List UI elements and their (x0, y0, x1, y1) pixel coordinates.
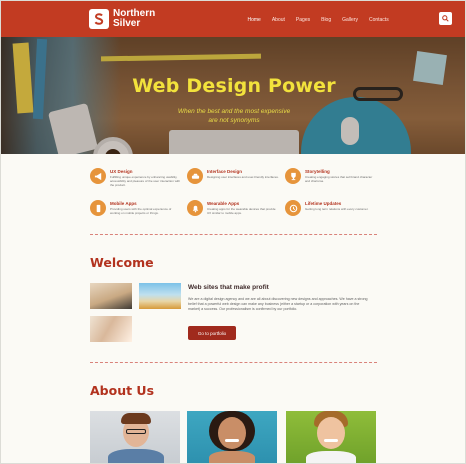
car-icon (187, 168, 203, 184)
bell-icon (187, 200, 203, 216)
welcome-image-drinks[interactable] (139, 283, 181, 309)
feature-description: Creating apps for the wearable devices t… (207, 207, 276, 215)
hero-subtitle: When the best and the most expensive are… (1, 107, 465, 125)
hero-subtitle-line-2: are not synonyms (208, 117, 260, 124)
nav-gallery[interactable]: Gallery (337, 17, 364, 23)
hero-banner: Web Design Power When the best and the m… (1, 37, 465, 154)
nav-about[interactable]: About (266, 17, 290, 23)
megaphone-icon (90, 168, 106, 184)
go-to-portfolio-button[interactable]: Go to portfolio (188, 326, 236, 340)
hero-title: Web Design Power (132, 75, 336, 97)
portrait-smile (324, 439, 338, 442)
nav-blog[interactable]: Blog (316, 17, 337, 23)
hero-subtitle-line-1: When the best and the most expensive (177, 108, 291, 115)
team-member-photo[interactable] (90, 411, 180, 463)
welcome-title: Web sites that make profit (188, 284, 269, 291)
about-heading: About Us (90, 383, 155, 398)
portrait-face (218, 417, 246, 449)
mobile-icon (90, 200, 106, 216)
feature-title[interactable]: Interface Design (207, 169, 242, 174)
portrait-shirt (306, 451, 356, 463)
portrait-shirt (108, 449, 164, 463)
portrait-shoulders (209, 451, 255, 463)
trophy-icon (285, 168, 301, 184)
welcome-image-woman[interactable] (90, 316, 132, 342)
nav-contacts[interactable]: Contacts (363, 17, 394, 23)
portrait-hair (121, 413, 151, 424)
search-icon (442, 15, 449, 22)
main-menu: Home About Pages Blog Gallery Contacts (242, 17, 394, 23)
brand-name[interactable]: Northern Silver (113, 9, 155, 29)
feature-title[interactable]: Wearable Apps (207, 201, 239, 206)
feature-description: Creating engaging stories that sell bran… (305, 175, 373, 183)
feature-description: Getting long term relations with every c… (305, 207, 369, 211)
section-divider (90, 234, 377, 235)
brand-line-2: Silver (113, 18, 141, 29)
search-button[interactable] (439, 12, 452, 25)
welcome-image-stones[interactable] (90, 283, 132, 309)
feature-title[interactable]: Storytelling (305, 169, 330, 174)
page: Northern Silver Home About Pages Blog Ga… (0, 0, 466, 464)
portrait-face (317, 417, 345, 449)
top-navigation-bar: Northern Silver Home About Pages Blog Ga… (1, 1, 465, 37)
feature-title[interactable]: Lifetime Updates (305, 201, 341, 206)
feature-description: Designing user interfaces and user-frien… (207, 175, 279, 179)
team-member-photo[interactable] (286, 411, 376, 463)
nav-home[interactable]: Home (242, 17, 266, 23)
welcome-text: We are a digital design agency and we ar… (188, 297, 368, 311)
section-divider (90, 362, 377, 363)
feature-description: Providing users with the optimal experie… (110, 207, 172, 215)
feature-title[interactable]: Mobile Apps (110, 201, 137, 206)
nav-pages[interactable]: Pages (290, 17, 315, 23)
portrait-smile (225, 439, 239, 442)
feature-description: Fulfilling unique experience by enhancin… (110, 175, 181, 187)
portrait-glasses (126, 429, 146, 434)
logo-icon[interactable] (89, 9, 109, 29)
welcome-heading: Welcome (90, 255, 154, 270)
clock-icon (285, 200, 301, 216)
team-member-photo[interactable] (187, 411, 277, 463)
feature-title[interactable]: UX Design (110, 169, 133, 174)
